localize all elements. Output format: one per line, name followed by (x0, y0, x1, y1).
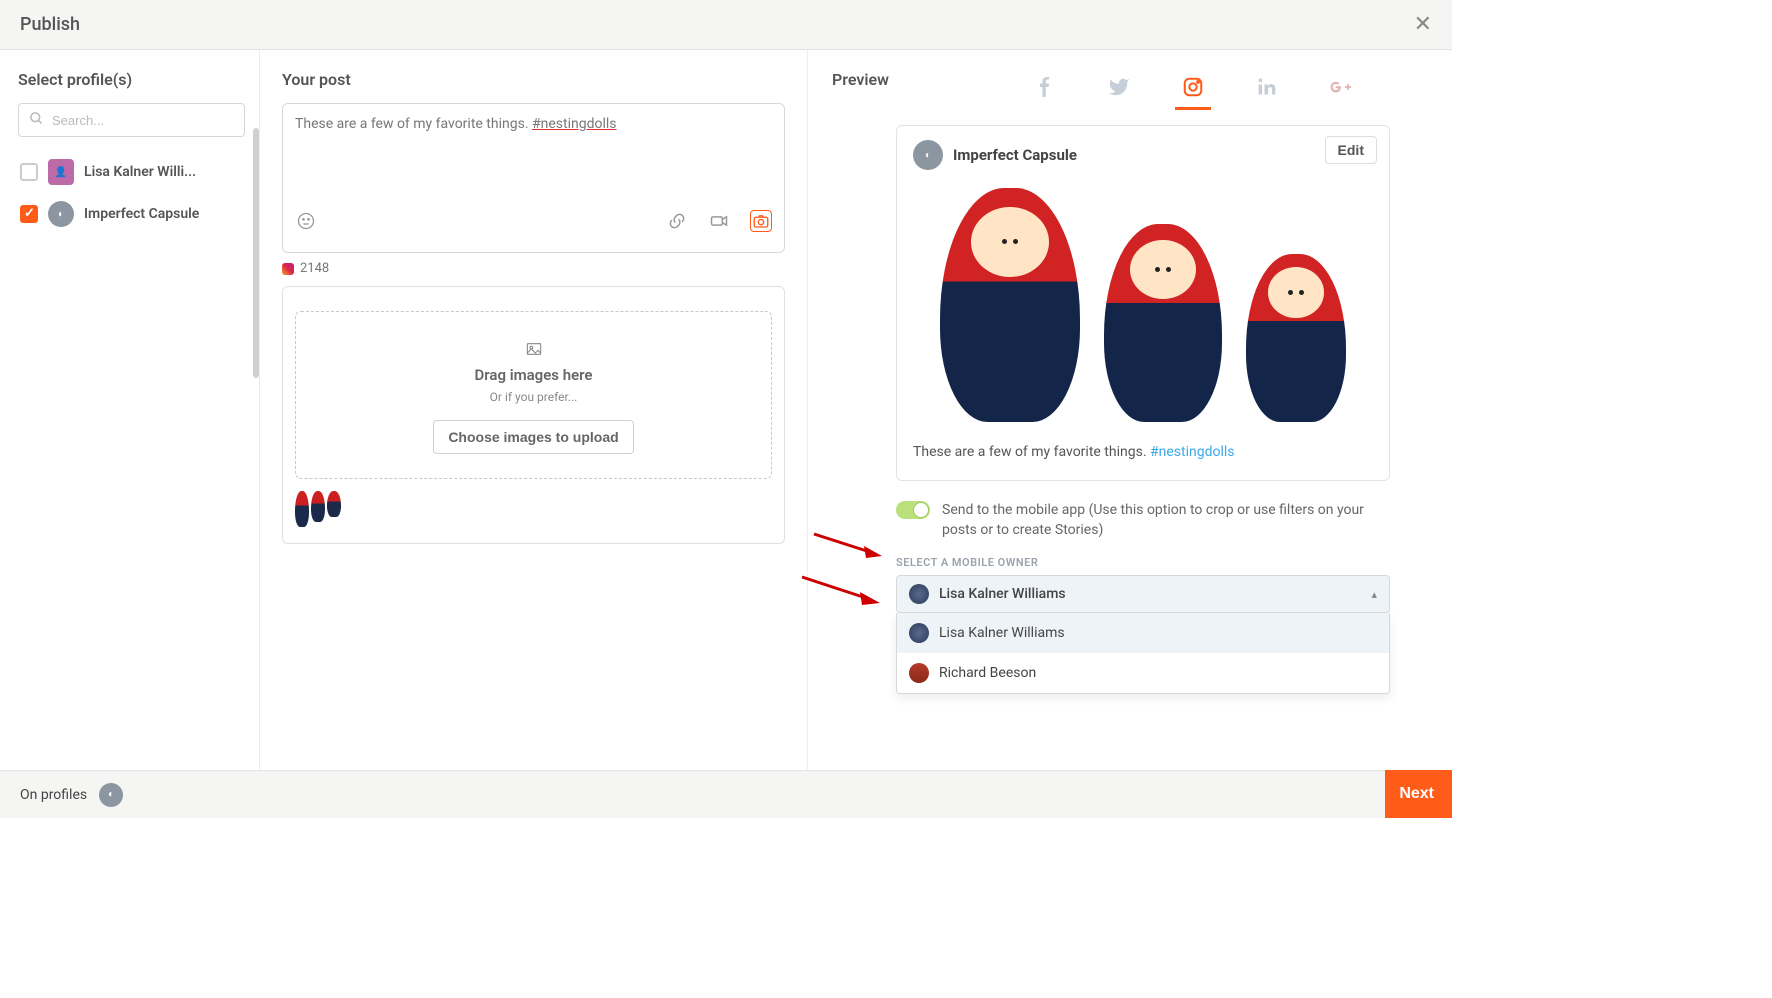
image-thumbnail[interactable] (295, 491, 341, 527)
footer-profile-badge: ◐ (99, 783, 123, 807)
preview-panel: Preview Edit (808, 50, 1452, 770)
checkbox-checked[interactable] (20, 205, 38, 223)
toggle-label: Send to the mobile app (Use this option … (942, 501, 1382, 540)
preview-image (913, 188, 1373, 422)
tab-twitter[interactable] (1105, 72, 1133, 102)
preview-title: Preview (832, 70, 889, 89)
account-name: Imperfect Capsule (953, 146, 1077, 164)
avatar (909, 663, 929, 683)
image-icon (526, 342, 542, 360)
preview-caption: These are a few of my favorite things. #… (913, 444, 1373, 460)
main-content: Select profile(s) 👤 Lisa Kalner Willi...… (0, 50, 1452, 770)
char-counter: 2148 (282, 261, 785, 276)
network-tabs (1031, 72, 1355, 102)
avatar: ◐ (48, 201, 74, 227)
tab-instagram[interactable] (1179, 72, 1207, 102)
post-content[interactable]: These are a few of my favorite things. #… (295, 114, 772, 204)
profiles-title: Select profile(s) (18, 70, 245, 89)
preview-account: ◐ Imperfect Capsule (913, 140, 1373, 170)
owner-option-0[interactable]: Lisa Kalner Williams (897, 613, 1389, 653)
footer-label: On profiles (20, 787, 87, 803)
page-title: Publish (20, 14, 80, 35)
next-button[interactable]: Next (1385, 770, 1452, 818)
composer-title: Your post (282, 70, 785, 89)
profile-name: Imperfect Capsule (84, 206, 199, 222)
composer-panel: Your post These are a few of my favorite… (260, 50, 808, 770)
caret-up-icon: ▴ (1371, 588, 1377, 601)
choose-images-button[interactable]: Choose images to upload (433, 420, 633, 454)
uploader: Drag images here Or if you prefer... Cho… (282, 286, 785, 544)
camera-icon[interactable] (750, 210, 772, 232)
modal-header: Publish ✕ (0, 0, 1452, 50)
thumbnail-row (295, 491, 772, 531)
scrollbar[interactable] (253, 128, 259, 378)
edit-button[interactable]: Edit (1325, 136, 1377, 164)
close-icon[interactable]: ✕ (1414, 12, 1432, 37)
drop-zone[interactable]: Drag images here Or if you prefer... Cho… (295, 311, 772, 479)
owner-dropdown: Lisa Kalner Williams Richard Beeson (896, 613, 1390, 694)
post-textbox[interactable]: These are a few of my favorite things. #… (282, 103, 785, 253)
video-icon[interactable] (708, 210, 730, 232)
dropzone-title: Drag images here (474, 366, 592, 384)
owner-option-1[interactable]: Richard Beeson (897, 653, 1389, 693)
tab-googleplus[interactable] (1327, 72, 1355, 102)
preview-card: Edit ◐ Imperfect Capsule These are a few… (896, 125, 1390, 481)
tab-linkedin[interactable] (1253, 72, 1281, 102)
mobile-toggle-row: Send to the mobile app (Use this option … (896, 501, 1428, 540)
dropzone-subtitle: Or if you prefer... (490, 390, 578, 404)
profile-name: Lisa Kalner Willi... (84, 164, 196, 180)
annotation-arrow-icon (800, 575, 880, 605)
send-to-mobile-toggle[interactable] (896, 501, 930, 519)
emoji-icon[interactable] (295, 210, 317, 232)
checkbox[interactable] (20, 163, 38, 181)
instagram-icon (282, 263, 294, 275)
owner-selected: Lisa Kalner Williams (939, 586, 1066, 602)
footer: On profiles ◐ Next (0, 770, 1452, 818)
avatar (909, 623, 929, 643)
mobile-owner-label: SELECT A MOBILE OWNER (896, 556, 1428, 569)
owner-avatar (909, 584, 929, 604)
avatar: 👤 (48, 159, 74, 185)
account-avatar: ◐ (913, 140, 943, 170)
search-icon (29, 111, 44, 130)
annotation-arrow-icon (812, 532, 882, 558)
mobile-owner-select[interactable]: Lisa Kalner Williams ▴ (896, 575, 1390, 613)
profiles-panel: Select profile(s) 👤 Lisa Kalner Willi...… (0, 50, 260, 770)
profile-row-0[interactable]: 👤 Lisa Kalner Willi... (18, 151, 245, 193)
post-toolbar (295, 210, 772, 232)
tab-facebook[interactable] (1031, 72, 1059, 102)
link-icon[interactable] (666, 210, 688, 232)
profile-row-1[interactable]: ◐ Imperfect Capsule (18, 193, 245, 235)
caption-hashtag: #nestingdolls (1150, 444, 1235, 460)
preview-header: Preview (832, 70, 1428, 103)
profile-search-input[interactable] (52, 113, 234, 128)
profile-search[interactable] (18, 103, 245, 137)
hashtag: #nestingdolls (532, 116, 617, 132)
